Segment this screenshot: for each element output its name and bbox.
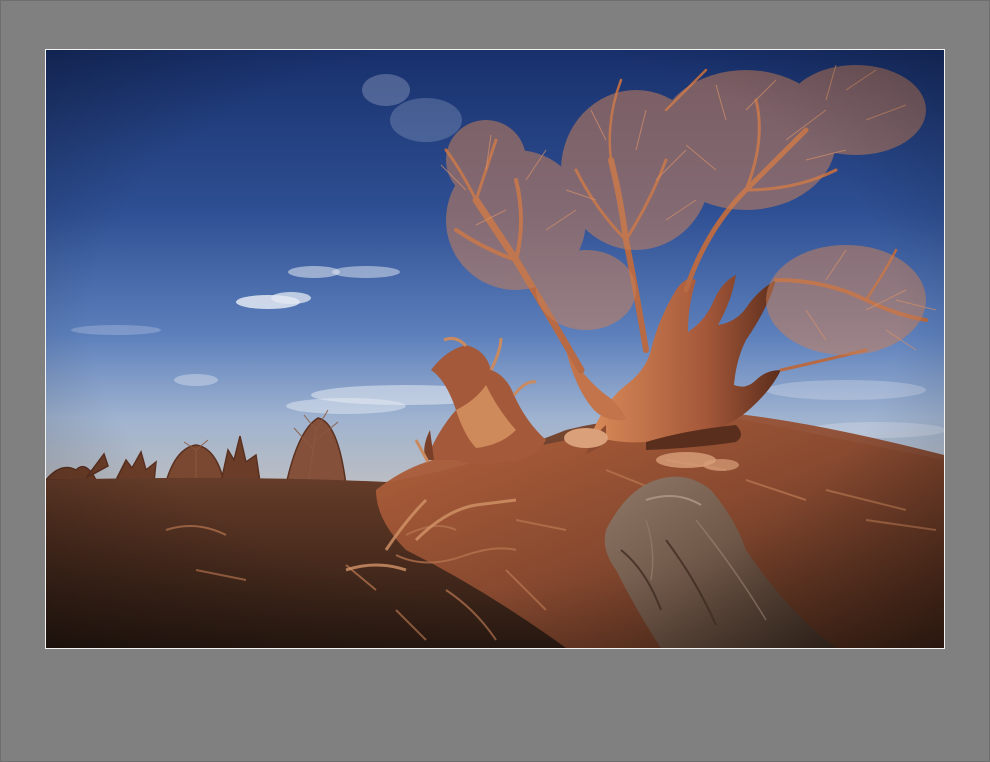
page-background — [0, 0, 990, 762]
landscape-photo — [46, 50, 944, 648]
photo-frame — [45, 49, 945, 649]
